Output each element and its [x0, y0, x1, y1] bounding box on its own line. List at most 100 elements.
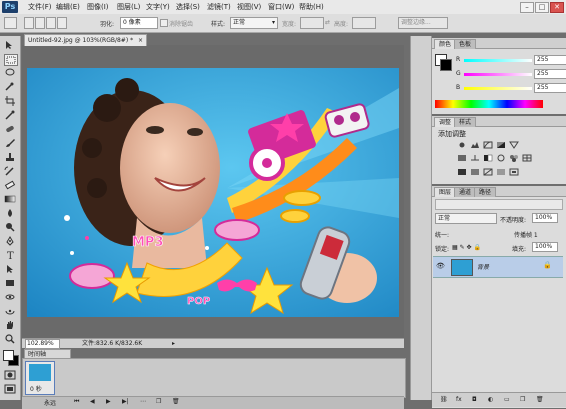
r-value[interactable]: 255 [534, 55, 566, 65]
eraser-tool-icon[interactable] [4, 180, 16, 190]
curves-icon[interactable] [483, 141, 493, 149]
frame-time[interactable]: 0 秒 [30, 384, 42, 393]
tab-styles[interactable]: 样式 [454, 117, 477, 127]
menu-edit[interactable]: 编辑(E) [56, 2, 80, 12]
menu-layer[interactable]: 图层(L) [117, 2, 140, 12]
quick-mask-icon[interactable] [4, 370, 16, 380]
new-selection-icon[interactable] [24, 17, 34, 29]
3d-rotate-tool-icon[interactable] [4, 292, 16, 302]
refine-edge-button[interactable]: 调整边缘... [398, 17, 448, 29]
play-icon[interactable]: ▶ [106, 398, 111, 405]
fill-field[interactable]: 100% [532, 242, 558, 252]
menu-window[interactable]: 窗口(W) [268, 2, 294, 12]
black-white-icon[interactable] [483, 154, 493, 162]
path-select-tool-icon[interactable] [4, 264, 16, 274]
color-balance-icon[interactable] [470, 154, 480, 162]
group-icon[interactable]: ▭ [504, 396, 510, 403]
swap-icon[interactable]: ⇄ [325, 19, 330, 26]
3d-camera-tool-icon[interactable] [4, 306, 16, 316]
feather-input[interactable]: 0 像素 [120, 17, 158, 29]
brightness-icon[interactable] [457, 141, 467, 149]
invert-icon[interactable] [457, 168, 467, 176]
style-select[interactable]: 正常 ▾ [230, 17, 278, 29]
frame-1[interactable]: 0 秒 [25, 361, 55, 395]
first-frame-icon[interactable]: ⏮ [74, 398, 79, 406]
dodge-tool-icon[interactable] [4, 222, 16, 232]
delete-frame-icon[interactable]: 🗑 [172, 398, 180, 405]
intersect-selection-icon[interactable] [57, 17, 67, 29]
levels-icon[interactable] [470, 141, 480, 149]
clone-stamp-tool-icon[interactable] [4, 152, 16, 162]
file-size-info[interactable]: 文件:832.6 K/832.6K [82, 339, 142, 348]
layer-mask-icon[interactable]: ◘ [472, 396, 477, 403]
loop-select[interactable]: 永远 [44, 398, 56, 407]
quick-select-tool-icon[interactable] [4, 82, 16, 92]
menu-select[interactable]: 选择(S) [176, 2, 200, 12]
exposure-icon[interactable] [496, 141, 506, 149]
add-selection-icon[interactable] [35, 17, 45, 29]
color-lookup-icon[interactable] [522, 154, 532, 162]
screen-mode-icon[interactable] [4, 384, 16, 394]
shape-tool-icon[interactable] [4, 278, 16, 288]
height-input[interactable] [352, 17, 376, 29]
antialias-checkbox[interactable] [160, 19, 168, 27]
layer-filter-bar[interactable] [435, 199, 563, 210]
lasso-tool-icon[interactable] [4, 68, 16, 78]
hand-tool-icon[interactable] [4, 320, 16, 330]
history-brush-tool-icon[interactable] [4, 166, 16, 176]
healing-brush-tool-icon[interactable] [4, 124, 16, 134]
menu-view[interactable]: 视图(V) [237, 2, 261, 12]
blend-mode-select[interactable]: 正常 [435, 213, 497, 224]
tab-channels[interactable]: 通道 [454, 187, 477, 197]
link-layers-icon[interactable]: ⛓ [440, 396, 448, 403]
tab-paths[interactable]: 路径 [474, 187, 497, 197]
type-tool-icon[interactable]: T [4, 250, 16, 260]
b-value[interactable]: 255 [534, 83, 566, 93]
document-tab[interactable]: Untitled-92.jpg @ 103%(RGB/8#) * × [24, 34, 147, 46]
menu-file[interactable]: 文件(F) [28, 2, 52, 12]
posterize-icon[interactable] [470, 168, 480, 176]
layer-style-icon[interactable]: fx [456, 396, 462, 403]
maximize-button[interactable]: □ [535, 2, 549, 13]
pen-tool-icon[interactable] [4, 236, 16, 246]
delete-layer-icon[interactable]: 🗑 [536, 396, 544, 403]
layer-row-background[interactable]: 👁 背景 🔒 [433, 256, 563, 278]
gradient-map-icon[interactable] [496, 168, 506, 176]
tab-swatches[interactable]: 色板 [454, 39, 477, 49]
menu-help[interactable]: 帮助(H) [299, 2, 324, 12]
prev-frame-icon[interactable]: ◀ [90, 398, 95, 405]
tab-color[interactable]: 颜色 [434, 39, 457, 49]
subtract-selection-icon[interactable] [46, 17, 56, 29]
tab-layers[interactable]: 图层 [434, 187, 457, 197]
channel-mixer-icon[interactable] [509, 154, 519, 162]
tab-adjustments[interactable]: 调整 [434, 117, 457, 127]
canvas-image[interactable]: MP3 POP [27, 68, 399, 317]
next-frame-icon[interactable]: ▶| [122, 398, 129, 405]
hue-sat-icon[interactable] [457, 154, 467, 162]
move-tool-icon[interactable] [4, 40, 16, 50]
g-slider[interactable] [464, 73, 532, 76]
b-slider[interactable] [464, 87, 532, 90]
crop-tool-icon[interactable] [4, 96, 16, 106]
menu-image[interactable]: 图像(I) [87, 2, 109, 12]
rect-marquee-tool-icon[interactable] [4, 54, 18, 66]
eyedropper-tool-icon[interactable] [4, 110, 16, 120]
menu-type[interactable]: 文字(Y) [146, 2, 170, 12]
gradient-tool-icon[interactable] [4, 194, 16, 204]
opacity-field[interactable]: 100% [532, 213, 558, 223]
marquee-preset-icon[interactable] [4, 17, 17, 29]
r-slider[interactable] [464, 59, 532, 62]
zoom-tool-icon[interactable] [4, 334, 16, 344]
status-arrow-icon[interactable]: ▸ [172, 339, 175, 348]
zoom-field[interactable]: 102.89% [25, 339, 60, 349]
bg-color-chip[interactable] [440, 59, 452, 71]
new-layer-icon[interactable]: ❐ [520, 396, 525, 403]
lock-icons[interactable]: ▦ ✎ ✥ 🔒 [452, 244, 481, 251]
minimize-button[interactable]: – [520, 2, 534, 13]
photo-filter-icon[interactable] [496, 154, 506, 162]
tween-icon[interactable]: ⋯ [140, 398, 146, 405]
close-button[interactable]: ✕ [550, 2, 564, 13]
foreground-color-swatch[interactable] [3, 350, 14, 361]
menu-filter[interactable]: 滤镜(T) [207, 2, 231, 12]
width-input[interactable] [300, 17, 324, 29]
